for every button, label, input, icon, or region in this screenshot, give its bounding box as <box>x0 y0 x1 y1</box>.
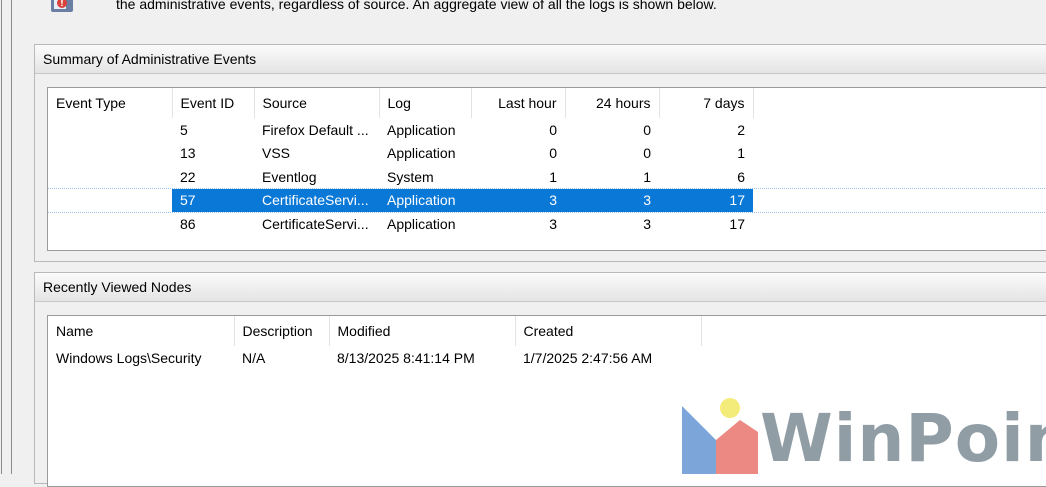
col-name[interactable]: Name <box>48 316 235 346</box>
svg-text:!: ! <box>60 0 64 8</box>
cell-last-hour: 3 <box>549 215 557 232</box>
cell-modified: 8/13/2025 8:41:14 PM <box>337 349 475 366</box>
summary-events-list[interactable]: Event Type Event ID Source Log Last hour… <box>47 87 1046 251</box>
cell-source: CertificateServi... <box>254 188 379 212</box>
table-row[interactable]: 5 Firefox Default ... Application 0 0 2 <box>48 118 1046 142</box>
watermark-logo: WinPoin <box>680 396 1046 474</box>
cell-7-days: 17 <box>729 215 745 232</box>
col-filler <box>753 88 1046 118</box>
cell-event-id: 57 <box>172 188 254 212</box>
cell-24-hours: 1 <box>643 168 651 185</box>
col-7-days[interactable]: 7 days <box>659 88 754 118</box>
cell-event-id: 13 <box>180 145 196 162</box>
col-filler <box>701 316 1046 346</box>
cell-created: 1/7/2025 2:47:56 AM <box>523 349 653 366</box>
cell-event-type <box>48 212 172 236</box>
cell-event-type <box>48 118 172 142</box>
cell-filler <box>753 165 1046 189</box>
cell-log: Application <box>387 121 456 138</box>
table-row[interactable]: 22 Eventlog System 1 1 6 <box>48 165 1046 189</box>
cell-event-id: 86 <box>180 215 196 232</box>
cell-7-days: 2 <box>737 121 745 138</box>
watermark-text: WinPoin <box>760 400 1046 474</box>
col-last-hour[interactable]: Last hour <box>471 88 566 118</box>
cell-filler <box>753 118 1046 142</box>
cell-source: CertificateServi... <box>262 215 369 232</box>
cell-source: Eventlog <box>262 168 317 185</box>
cell-event-id: 5 <box>180 121 188 138</box>
cell-source: Firefox Default ... <box>262 121 369 138</box>
col-created[interactable]: Created <box>515 316 702 346</box>
recent-table: Name Description Modified Created Window… <box>48 316 1046 370</box>
cell-last-hour: 3 <box>471 188 565 212</box>
cell-last-hour: 0 <box>549 121 557 138</box>
cell-log: Application <box>379 188 471 212</box>
cell-event-type <box>48 142 172 166</box>
col-modified[interactable]: Modified <box>329 316 516 346</box>
cell-filler <box>753 142 1046 166</box>
cell-source: VSS <box>262 145 291 162</box>
window-frame-left <box>0 0 14 474</box>
col-24-hours[interactable]: 24 hours <box>565 88 660 118</box>
intro-banner: ! the administrative events, regardless … <box>36 0 1046 30</box>
cell-log: System <box>387 168 434 185</box>
cell-log: Application <box>387 145 456 162</box>
event-viewer-icon: ! <box>51 0 73 12</box>
cell-7-days: 17 <box>659 188 753 212</box>
cell-description: N/A <box>242 349 266 366</box>
col-event-id[interactable]: Event ID <box>172 88 255 118</box>
cell-24-hours: 0 <box>643 145 651 162</box>
table-row[interactable]: 13 VSS Application 0 0 1 <box>48 142 1046 166</box>
cell-name: Windows Logs\Security <box>56 349 202 366</box>
cell-7-days: 1 <box>737 145 745 162</box>
cell-24-hours: 3 <box>643 215 651 232</box>
summary-section: Summary of Administrative Events Event T… <box>34 44 1046 262</box>
cell-filler <box>753 188 1046 212</box>
summary-table: Event Type Event ID Source Log Last hour… <box>48 88 1046 236</box>
col-source[interactable]: Source <box>254 88 380 118</box>
cell-last-hour: 1 <box>549 168 557 185</box>
col-description[interactable]: Description <box>234 316 330 346</box>
cell-filler <box>701 346 1046 370</box>
intro-text: the administrative events, regardless of… <box>116 0 717 12</box>
cell-filler <box>753 212 1046 236</box>
cell-log: Application <box>387 215 456 232</box>
summary-header[interactable]: Summary of Administrative Events <box>35 45 1046 74</box>
table-row[interactable]: 86 CertificateServi... Application 3 3 1… <box>48 212 1046 236</box>
summary-header-row: Event Type Event ID Source Log Last hour… <box>48 88 1046 118</box>
recent-header[interactable]: Recently Viewed Nodes <box>35 273 1046 302</box>
cell-event-id: 22 <box>180 168 196 185</box>
cell-event-type <box>48 188 172 212</box>
cell-last-hour: 0 <box>549 145 557 162</box>
table-row-selected[interactable]: 57 CertificateServi... Application 3 3 1… <box>48 187 1046 213</box>
col-event-type[interactable]: Event Type <box>48 88 173 118</box>
cell-24-hours: 0 <box>643 121 651 138</box>
recent-header-row: Name Description Modified Created <box>48 316 1046 346</box>
cell-event-type <box>48 165 172 189</box>
winpoin-logo-icon <box>682 398 758 474</box>
cell-24-hours: 3 <box>565 188 659 212</box>
table-row[interactable]: Windows Logs\Security N/A 8/13/2025 8:41… <box>48 346 1046 370</box>
cell-7-days: 6 <box>737 168 745 185</box>
col-log[interactable]: Log <box>379 88 472 118</box>
